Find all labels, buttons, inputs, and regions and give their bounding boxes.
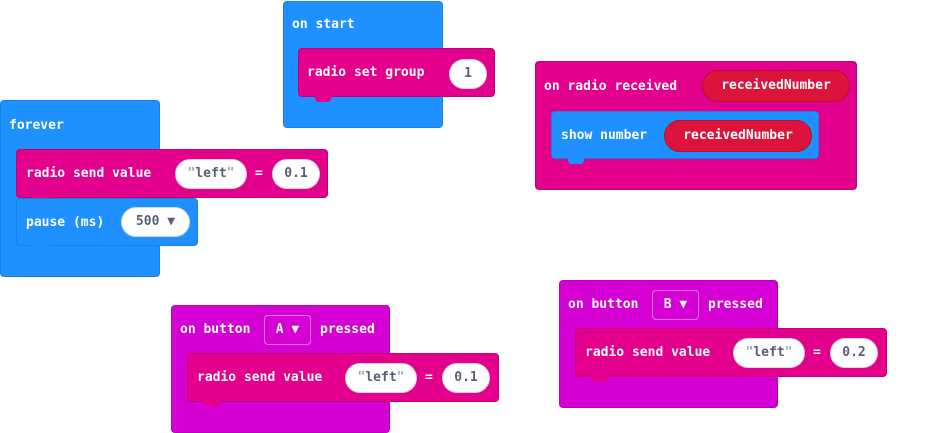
radio-set-group-label: radio set group xyxy=(307,65,425,80)
on-button-label: on button xyxy=(568,297,639,312)
send-name-text: left xyxy=(365,370,397,385)
send-name-text: left xyxy=(753,345,785,360)
received-number-parameter[interactable]: receivedNumber xyxy=(702,70,850,102)
on-button-a-block[interactable]: on button A ▼ pressed radio send value "… xyxy=(171,305,499,433)
on-radio-received-block[interactable]: on radio received receivedNumber show nu… xyxy=(535,61,857,190)
on-start-block[interactable]: on start radio set group 1 xyxy=(283,1,495,128)
equals-label: = xyxy=(813,345,821,360)
group-number-input[interactable]: 1 xyxy=(449,59,487,89)
forever-label: forever xyxy=(9,118,64,133)
block-notch xyxy=(204,401,220,407)
chevron-down-icon: ▼ xyxy=(167,214,176,229)
pause-block[interactable]: pause (ms) 500 ▼ xyxy=(16,198,198,251)
received-number-reporter[interactable]: receivedNumber xyxy=(664,120,812,152)
show-number-block[interactable]: show number receivedNumber xyxy=(551,111,819,164)
pause-value-text: 500 xyxy=(135,214,160,229)
forever-block[interactable]: forever radio send value "left" = 0.1 pa… xyxy=(0,100,328,277)
block-notch xyxy=(592,376,608,382)
chevron-down-icon: ▼ xyxy=(679,297,688,312)
block-notch xyxy=(568,158,584,164)
radio-send-value-label: radio send value xyxy=(585,345,711,360)
equals-label: = xyxy=(425,370,433,385)
button-b-dropdown[interactable]: B ▼ xyxy=(652,290,699,320)
radio-send-value-block[interactable]: radio send value "left" = 0.2 xyxy=(575,328,887,382)
radio-set-group-block[interactable]: radio set group 1 xyxy=(298,48,495,102)
on-button-label: on button xyxy=(180,322,251,337)
send-name-input[interactable]: "left" xyxy=(733,338,805,368)
quote-close: " xyxy=(396,370,405,385)
pause-label: pause (ms) xyxy=(26,215,105,230)
on-radio-received-label: on radio received xyxy=(544,79,678,94)
equals-label: = xyxy=(255,166,263,181)
send-value-input[interactable]: 0.1 xyxy=(272,159,320,189)
on-button-b-block[interactable]: on button B ▼ pressed radio send value "… xyxy=(559,280,887,408)
send-name-input[interactable]: "left" xyxy=(175,159,247,189)
block-notch xyxy=(315,96,331,102)
send-value-input[interactable]: 0.1 xyxy=(442,363,490,393)
on-start-label: on start xyxy=(292,17,355,32)
radio-send-value-label: radio send value xyxy=(26,166,152,181)
quote-close: " xyxy=(784,345,793,360)
show-number-label: show number xyxy=(561,128,648,143)
radio-send-value-block[interactable]: radio send value "left" = 0.1 xyxy=(16,149,328,203)
radio-send-value-block[interactable]: radio send value "left" = 0.1 xyxy=(187,353,499,407)
button-a-dropdown[interactable]: A ▼ xyxy=(264,315,311,345)
send-name-input[interactable]: "left" xyxy=(345,363,417,393)
button-a-text: A xyxy=(275,322,284,337)
button-b-text: B xyxy=(663,297,672,312)
pressed-label: pressed xyxy=(320,322,375,337)
chevron-down-icon: ▼ xyxy=(291,322,300,337)
radio-send-value-label: radio send value xyxy=(197,370,323,385)
pressed-label: pressed xyxy=(708,297,763,312)
send-name-text: left xyxy=(195,166,227,181)
block-notch xyxy=(33,245,49,251)
quote-close: " xyxy=(226,166,235,181)
pause-value-dropdown[interactable]: 500 ▼ xyxy=(121,207,190,237)
send-value-input[interactable]: 0.2 xyxy=(830,338,878,368)
